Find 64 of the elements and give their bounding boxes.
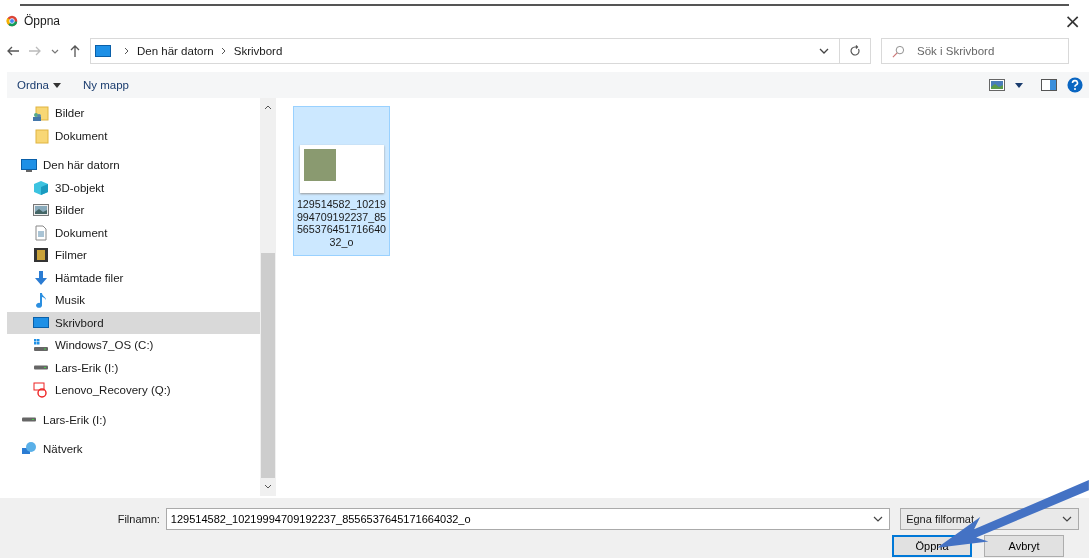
window-title: Öppna [24, 14, 61, 28]
folder-icon [33, 127, 49, 144]
music-note-icon [33, 292, 49, 309]
organize-menu-button[interactable]: Ordna [17, 77, 61, 93]
desktop-icon [33, 314, 49, 331]
chevron-right-icon [220, 47, 227, 55]
scrollbar-thumb[interactable] [261, 253, 275, 478]
up-arrow-icon[interactable] [68, 44, 82, 58]
sidebar-item[interactable]: Nätverk [7, 438, 260, 461]
refresh-icon [849, 45, 861, 57]
cube-icon [33, 179, 49, 196]
filename-label: Filnamn: [116, 513, 160, 525]
caret-icon [52, 82, 61, 88]
dropdown-chevron-icon [1062, 514, 1072, 524]
breadcrumb-item[interactable]: Den här datorn [137, 45, 214, 57]
drive-icon [21, 416, 37, 422]
new-folder-button[interactable]: Ny mapp [82, 77, 129, 93]
sidebar-item[interactable]: Musik [7, 289, 260, 312]
file-item[interactable]: 129514582_10219994709192237_8556537645171664032_o [293, 106, 390, 256]
sidebar-item[interactable]: Filmer [7, 244, 260, 267]
sidebar-item[interactable]: Bilder [7, 102, 260, 125]
preview-pane-icon[interactable] [1041, 79, 1057, 91]
sidebar-item[interactable]: Dokument [7, 221, 260, 244]
view-options-icon[interactable] [989, 79, 1005, 91]
recovery-drive-icon [33, 382, 49, 399]
scroll-down-icon[interactable] [264, 484, 272, 490]
close-button[interactable]: × [1062, 9, 1083, 33]
film-icon [33, 247, 49, 264]
sidebar-item[interactable]: Windows7_OS (C:) [7, 334, 260, 357]
sidebar-item[interactable]: Lars-Erik (I:) [7, 356, 260, 379]
breadcrumb-item[interactable]: Skrivbord [233, 45, 283, 57]
cancel-button[interactable]: Avbryt [984, 535, 1064, 557]
document-icon [33, 224, 49, 241]
desktop-icon [95, 43, 111, 59]
windows-drive-icon [33, 337, 49, 354]
caret-icon[interactable] [1015, 82, 1023, 88]
refresh-button[interactable] [840, 38, 871, 64]
sidebar-item[interactable]: Lenovo_Recovery (Q:) [7, 379, 260, 402]
photo-placeholder [303, 149, 336, 181]
scroll-up-icon[interactable] [264, 104, 272, 110]
address-bar[interactable]: Den här datorn Skrivbord [90, 38, 840, 64]
shared-folder-icon [33, 105, 49, 122]
computer-icon [21, 157, 37, 174]
search-field[interactable]: Sök i Skrivbord [915, 44, 1059, 58]
search-box[interactable]: Sök i Skrivbord [881, 38, 1069, 64]
drive-icon [33, 364, 49, 370]
browser-logo-icon [6, 15, 18, 27]
dropdown-chevron-icon [873, 514, 884, 524]
help-icon[interactable] [1067, 77, 1083, 93]
back-arrow-icon[interactable] [6, 44, 20, 58]
search-icon [892, 44, 905, 58]
pictures-icon [33, 202, 49, 219]
down-arrow-icon [33, 269, 49, 286]
sidebar-item[interactable]: Hämtade filer [7, 266, 260, 289]
sidebar-item[interactable]: Dokument [7, 124, 260, 147]
sidebar-item[interactable]: Skrivbord [7, 311, 260, 334]
sidebar-item[interactable]: Bilder [7, 199, 260, 222]
filename-field[interactable]: 129514582_10219994709192237_8556537645171664032_o [166, 512, 868, 526]
dropdown-chevron-icon[interactable] [819, 46, 829, 56]
sidebar-item[interactable]: Lars-Erik (I:) [7, 408, 260, 431]
sidebar-item[interactable]: 3D-objekt [7, 176, 260, 199]
chevron-right-icon [124, 47, 130, 55]
filename-box[interactable]: 129514582_10219994709192237_8556537645171664032_o [165, 508, 891, 530]
sidebar-item[interactable]: Den här datorn [7, 154, 260, 177]
